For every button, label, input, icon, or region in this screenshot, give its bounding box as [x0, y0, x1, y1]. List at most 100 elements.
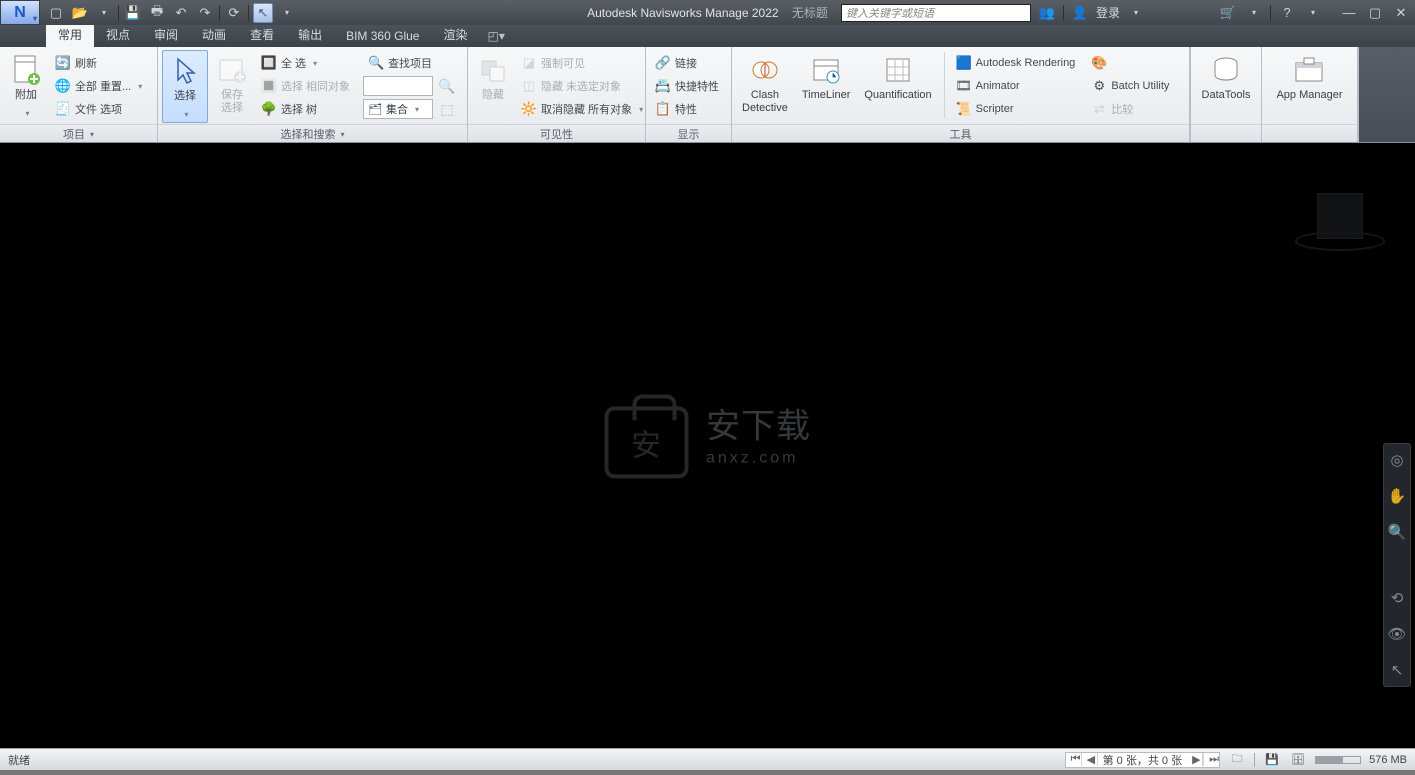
login-button[interactable]: 登录: [1096, 4, 1120, 21]
tab-view[interactable]: 查看: [238, 23, 286, 47]
quick-find-go-icon[interactable]: 🔍: [436, 75, 458, 97]
select-same-button[interactable]: 🔳 选择 相同对象: [256, 75, 355, 97]
sets-combo[interactable]: 🗂 集合: [363, 99, 433, 119]
viewport[interactable]: ◎ ✋ 🔍 ⟲ 👁 ↖ 安下载 anxz.com: [0, 143, 1415, 748]
user-icon[interactable]: 👤: [1070, 3, 1090, 23]
datatools-button[interactable]: DataTools: [1196, 50, 1257, 104]
open-dropdown-icon[interactable]: ▾: [94, 3, 114, 23]
select-button[interactable]: 选择: [162, 50, 208, 123]
search-input[interactable]: 键入关键字或短语: [841, 4, 1031, 22]
save-icon[interactable]: 💾: [123, 3, 143, 23]
search-lookup-icon[interactable]: 👥: [1037, 3, 1057, 23]
animator-button[interactable]: 🎞 Animator: [951, 75, 1081, 97]
redo-icon[interactable]: ↷: [195, 3, 215, 23]
drive-status-icon[interactable]: 🗄: [1289, 752, 1307, 768]
app-manager-button[interactable]: App Manager: [1270, 50, 1348, 104]
open-icon[interactable]: 📂: [70, 3, 90, 23]
find-items-button[interactable]: 🔍 查找项目: [363, 52, 458, 74]
pager-prev-icon[interactable]: ◀: [1082, 753, 1098, 766]
appearance-profiler-button[interactable]: 🎨: [1086, 52, 1174, 74]
titlebar: N ▢ 📂 ▾ 💾 🖶 ↶ ↷ ⟳ ↖ ▾ Autodesk Naviswork…: [0, 0, 1415, 25]
hide-button[interactable]: 隐藏: [472, 50, 514, 104]
qat-dropdown-icon[interactable]: ▾: [277, 3, 297, 23]
new-icon[interactable]: ▢: [46, 3, 66, 23]
sheet-browser-icon[interactable]: 🗀: [1228, 752, 1246, 768]
tab-extra-icon[interactable]: ◰▾: [479, 26, 512, 47]
unhide-dropdown-icon: [636, 103, 643, 115]
panel-separator: [944, 52, 945, 118]
pan-icon[interactable]: ✋: [1387, 486, 1407, 506]
orbit-icon[interactable]: ⟲: [1387, 588, 1407, 608]
help-dropdown-icon[interactable]: ▾: [1303, 3, 1323, 23]
select-nav-icon[interactable]: ↖: [1387, 660, 1407, 680]
file-options-button[interactable]: 🧾 文件 选项: [50, 98, 147, 120]
properties-label: 特性: [675, 101, 697, 117]
maximize-icon[interactable]: ▢: [1365, 3, 1385, 23]
pager-next-icon[interactable]: ▶: [1187, 753, 1203, 766]
help-icon[interactable]: ?: [1277, 3, 1297, 23]
view-cube[interactable]: [1295, 193, 1385, 283]
tab-home[interactable]: 常用: [46, 23, 94, 47]
scripter-button[interactable]: 📜 Scripter: [951, 98, 1081, 120]
tab-render[interactable]: 渲染: [431, 23, 479, 47]
require-icon: ◪: [521, 55, 537, 71]
quick-find-input[interactable]: [363, 76, 433, 96]
quick-props-button[interactable]: 📇 快捷特性: [650, 75, 724, 97]
properties-button[interactable]: 📋 特性: [650, 98, 724, 120]
minimize-icon[interactable]: —: [1339, 3, 1359, 23]
select-label: 选择: [174, 90, 196, 103]
reset-all-button[interactable]: 🌐 全部 重置...: [50, 75, 147, 97]
selection-tree-button[interactable]: 🌳 选择 树: [256, 98, 355, 120]
exchange-icon[interactable]: 🛒: [1218, 3, 1238, 23]
unhide-all-button[interactable]: 🔆 取消隐藏 所有对象: [516, 98, 648, 120]
exchange-dropdown-icon[interactable]: ▾: [1244, 3, 1264, 23]
tab-animation[interactable]: 动画: [190, 23, 238, 47]
pager-first-icon[interactable]: ⏮: [1066, 753, 1082, 766]
watermark-text: 安下载 anxz.com: [706, 410, 811, 474]
appearance-profiler-icon: 🎨: [1091, 55, 1107, 71]
tab-review[interactable]: 审阅: [142, 23, 190, 47]
tab-viewpoint[interactable]: 视点: [94, 23, 142, 47]
panel-title-project[interactable]: 项目: [0, 124, 157, 142]
hide-unselected-icon: ◫: [521, 78, 537, 94]
refresh-label: 刷新: [75, 55, 97, 71]
select-all-button[interactable]: 🔲 全 选: [256, 52, 355, 74]
print-icon[interactable]: 🖶: [147, 3, 167, 23]
require-button[interactable]: ◪ 强制可见: [516, 52, 648, 74]
links-label: 链接: [675, 55, 697, 71]
batch-utility-button[interactable]: ⚙ Batch Utility: [1086, 75, 1174, 97]
autodesk-rendering-button[interactable]: 🟦 Autodesk Rendering: [951, 52, 1081, 74]
refresh-icon[interactable]: ⟳: [224, 3, 244, 23]
look-icon[interactable]: 👁: [1387, 624, 1407, 644]
clash-detective-button[interactable]: Clash Detective: [736, 50, 794, 117]
selection-tree-label: 选择 树: [281, 101, 317, 117]
append-button[interactable]: 附加: [4, 50, 48, 121]
links-button[interactable]: 🔗 链接: [650, 52, 724, 74]
compare-button[interactable]: ⇄ 比较: [1086, 98, 1174, 120]
titlebar-right: 键入关键字或短语 👥 👤 登录 ▾ 🛒 ▾ ? ▾ — ▢ ✕: [841, 3, 1415, 23]
refresh-button[interactable]: 🔄 刷新: [50, 52, 147, 74]
save-status-icon[interactable]: 💾: [1263, 752, 1281, 768]
panel-project: 附加 🔄 刷新 🌐 全部 重置... 🧾 文件 选项: [0, 47, 158, 142]
timeliner-button[interactable]: TimeLiner: [796, 50, 857, 104]
steering-wheel-icon[interactable]: ◎: [1387, 450, 1407, 470]
sets-manage-icon[interactable]: ⬚: [436, 98, 458, 120]
rendering-label: Autodesk Rendering: [976, 57, 1076, 69]
login-dropdown-icon[interactable]: ▾: [1126, 3, 1146, 23]
pager-last-icon[interactable]: ⏭: [1203, 753, 1219, 766]
tab-bim360[interactable]: BIM 360 Glue: [334, 26, 431, 47]
hide-unselected-button[interactable]: ◫ 隐藏 未选定对象: [516, 75, 648, 97]
undo-icon[interactable]: ↶: [171, 3, 191, 23]
app-menu-button[interactable]: N: [0, 0, 40, 25]
save-selection-button[interactable]: 保存 选择: [210, 50, 254, 117]
quantification-button[interactable]: Quantification: [858, 50, 937, 104]
zoom-icon[interactable]: 🔍: [1387, 522, 1407, 542]
panel-title-selection[interactable]: 选择和搜索: [158, 124, 467, 142]
tab-output[interactable]: 输出: [286, 23, 334, 47]
close-icon[interactable]: ✕: [1391, 3, 1411, 23]
select-tool-icon[interactable]: ↖: [253, 3, 273, 23]
append-dropdown-icon: [22, 105, 29, 119]
view-cube-compass[interactable]: [1295, 231, 1385, 251]
memory-label: 576 MB: [1369, 754, 1407, 766]
datatools-label: DataTools: [1202, 89, 1251, 102]
